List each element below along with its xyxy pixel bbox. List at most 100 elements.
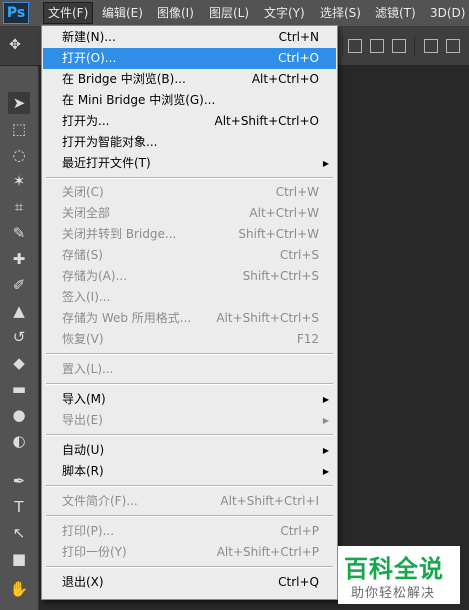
distribute-icon[interactable]	[446, 39, 460, 53]
menu-item-label: 打印(P)...	[62, 524, 115, 538]
menu-item-exit[interactable]: 退出(X) Ctrl+Q	[43, 572, 336, 593]
menu-separator	[46, 515, 333, 517]
magic-wand-tool-icon[interactable]: ✶	[8, 170, 30, 192]
menu-item-open-as-smart-object[interactable]: 打开为智能对象...	[43, 132, 336, 153]
menu-item-label: 打开(O)...	[62, 51, 117, 65]
clone-stamp-tool-icon[interactable]: ▲	[8, 300, 30, 322]
submenu-arrow-icon: ▶	[322, 416, 329, 425]
menu-item-scripts[interactable]: 脚本(R) ▶	[43, 461, 336, 482]
rectangle-shape-tool-icon[interactable]: ■	[8, 548, 30, 570]
menu-item-open-recent[interactable]: 最近打开文件(T) ▶	[43, 153, 336, 174]
menu-item-file-info[interactable]: 文件简介(F)... Alt+Shift+Ctrl+I	[43, 491, 336, 512]
menu-item-print[interactable]: 打印(P)... Ctrl+P	[43, 521, 336, 542]
shortcut-label: Ctrl+Q	[278, 575, 319, 589]
menu-item-label: 签入(I)...	[62, 290, 111, 304]
history-brush-tool-icon[interactable]: ↺	[8, 326, 30, 348]
menu-separator	[46, 353, 333, 355]
menu-item-revert[interactable]: 恢复(V) F12	[43, 329, 336, 350]
watermark-title: 百科全说	[344, 555, 444, 583]
menu-file[interactable]: 文件(F)	[43, 2, 94, 24]
menu-item-check-in[interactable]: 签入(I)...	[43, 287, 336, 308]
menu-item-open[interactable]: 打开(O)... Ctrl+O	[43, 48, 336, 69]
menu-item-save-for-web[interactable]: 存储为 Web 所用格式... Alt+Shift+Ctrl+S	[43, 308, 336, 329]
menu-item-label: 存储为(A)...	[62, 269, 128, 283]
menu-3d[interactable]: 3D(D)	[426, 3, 469, 23]
shortcut-label: Alt+Shift+Ctrl+P	[216, 545, 319, 559]
shortcut-label: Ctrl+S	[279, 248, 319, 262]
menu-bar: Ps 文件(F) 编辑(E) 图像(I) 图层(L) 文字(Y) 选择(S) 滤…	[0, 0, 469, 27]
menu-type[interactable]: 文字(Y)	[260, 3, 309, 23]
menu-item-import[interactable]: 导入(M) ▶	[43, 389, 336, 410]
shortcut-label: Shift+Ctrl+S	[242, 269, 319, 283]
type-tool-icon[interactable]: T	[8, 496, 30, 518]
menu-item-label: 打印一份(Y)	[62, 545, 127, 559]
move-tool-preset-icon[interactable]: ✥	[4, 34, 26, 56]
marquee-tool-icon[interactable]: ⬚	[8, 118, 30, 140]
gradient-tool-icon[interactable]: ▬	[8, 378, 30, 400]
eyedropper-tool-icon[interactable]: ✎	[8, 222, 30, 244]
path-selection-tool-icon[interactable]: ↖	[8, 522, 30, 544]
menu-item-export[interactable]: 导出(E) ▶	[43, 410, 336, 431]
submenu-arrow-icon: ▶	[322, 446, 329, 455]
menu-item-label: 存储(S)	[62, 248, 103, 262]
file-menu-dropdown: 新建(N)... Ctrl+N 打开(O)... Ctrl+O 在 Bridge 中…	[41, 25, 338, 600]
menu-item-browse-in-bridge[interactable]: 在 Bridge 中浏览(B)... Alt+Ctrl+O	[43, 69, 336, 90]
hand-tool-icon[interactable]: ✋	[8, 578, 30, 600]
menu-item-label: 最近打开文件(T)	[62, 156, 151, 170]
shortcut-label: Ctrl+P	[280, 524, 319, 538]
menu-layer[interactable]: 图层(L)	[205, 3, 253, 23]
shortcut-label: Alt+Ctrl+O	[251, 72, 319, 86]
dodge-tool-icon[interactable]: ◐	[8, 430, 30, 452]
menu-item-label: 关闭全部	[62, 206, 111, 220]
menu-separator	[46, 485, 333, 487]
align-bottom-icon[interactable]	[392, 39, 406, 53]
menu-item-close-all[interactable]: 关闭全部 Alt+Ctrl+W	[43, 203, 336, 224]
menu-item-label: 新建(N)...	[62, 30, 116, 44]
menu-separator	[46, 566, 333, 568]
menu-item-browse-in-mini-bridge[interactable]: 在 Mini Bridge 中浏览(G)...	[43, 90, 336, 111]
menu-item-open-as[interactable]: 打开为... Alt+Shift+Ctrl+O	[43, 111, 336, 132]
menu-item-print-one-copy[interactable]: 打印一份(Y) Alt+Shift+Ctrl+P	[43, 542, 336, 563]
menu-filter[interactable]: 滤镜(T)	[371, 3, 420, 23]
menu-item-label: 打开为...	[62, 114, 110, 128]
options-divider	[342, 36, 343, 56]
eraser-tool-icon[interactable]: ◆	[8, 352, 30, 374]
shortcut-label: Shift+Ctrl+W	[238, 227, 319, 241]
menu-image[interactable]: 图像(I)	[153, 3, 198, 23]
shortcut-label: Ctrl+N	[278, 30, 319, 44]
watermark-subtitle: 助你轻松解决	[351, 586, 436, 601]
menu-item-label: 关闭(C)	[62, 185, 104, 199]
blur-tool-icon[interactable]: ●	[8, 404, 30, 426]
photoshop-logo: Ps	[3, 2, 29, 24]
menu-item-label: 文件简介(F)...	[62, 494, 138, 508]
menu-item-automate[interactable]: 自动(U) ▶	[43, 440, 336, 461]
menu-select[interactable]: 选择(S)	[316, 3, 365, 23]
align-top-icon[interactable]	[348, 39, 362, 53]
menu-item-close[interactable]: 关闭(C) Ctrl+W	[43, 182, 336, 203]
shortcut-label: Alt+Shift+Ctrl+S	[216, 311, 319, 325]
submenu-arrow-icon: ▶	[322, 395, 329, 404]
menu-item-close-and-go-to-bridge[interactable]: 关闭并转到 Bridge... Shift+Ctrl+W	[43, 224, 336, 245]
lasso-tool-icon[interactable]: ◌	[8, 144, 30, 166]
align-middle-icon[interactable]	[370, 39, 384, 53]
menu-item-label: 恢复(V)	[62, 332, 104, 346]
menu-item-new[interactable]: 新建(N)... Ctrl+N	[43, 27, 336, 48]
menu-item-label: 关闭并转到 Bridge...	[62, 227, 177, 241]
menu-edit[interactable]: 编辑(E)	[98, 3, 147, 23]
distribute-icon[interactable]	[424, 39, 438, 53]
menu-item-place[interactable]: 置入(L)...	[43, 359, 336, 380]
shortcut-label: Ctrl+W	[275, 185, 319, 199]
menu-separator	[46, 434, 333, 436]
menu-item-label: 脚本(R)	[62, 464, 104, 478]
pen-tool-icon[interactable]: ✒	[8, 470, 30, 492]
menu-item-save[interactable]: 存储(S) Ctrl+S	[43, 245, 336, 266]
shortcut-label: Alt+Shift+Ctrl+O	[214, 114, 319, 128]
menu-item-save-as[interactable]: 存储为(A)... Shift+Ctrl+S	[43, 266, 336, 287]
healing-brush-tool-icon[interactable]: ✚	[8, 248, 30, 270]
crop-tool-icon[interactable]: ⌗	[8, 196, 30, 218]
brush-tool-icon[interactable]: ✐	[8, 274, 30, 296]
move-tool-icon[interactable]: ➤	[8, 92, 30, 114]
shortcut-label: F12	[296, 332, 319, 346]
shortcut-label: Ctrl+O	[278, 51, 319, 65]
menu-item-label: 在 Bridge 中浏览(B)...	[62, 72, 186, 86]
